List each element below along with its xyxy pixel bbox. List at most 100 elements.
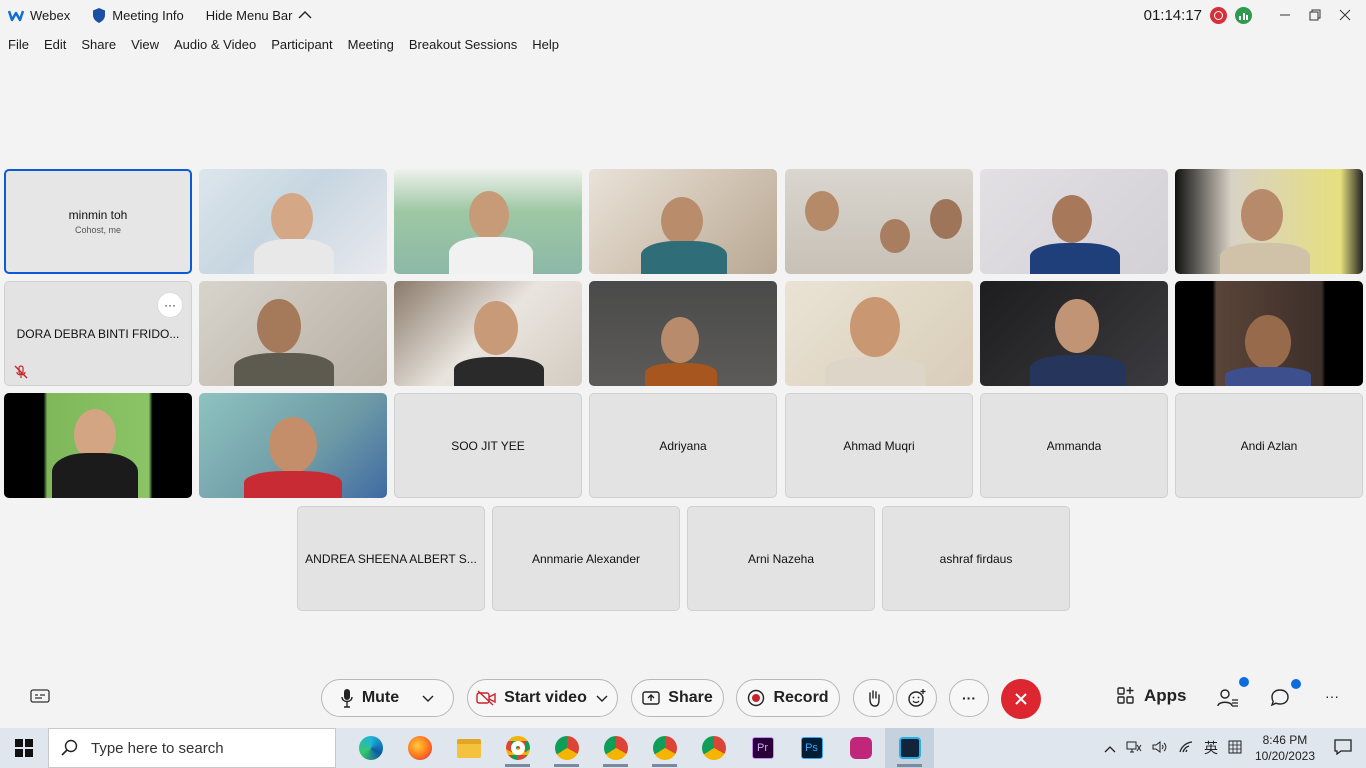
chevron-down-icon[interactable] bbox=[595, 693, 609, 703]
edge-icon bbox=[358, 736, 383, 760]
taskbar-edge[interactable] bbox=[346, 728, 395, 768]
minimize-button[interactable] bbox=[1270, 0, 1300, 30]
wifi-icon[interactable] bbox=[1178, 740, 1194, 757]
restore-button[interactable] bbox=[1300, 0, 1330, 30]
chevron-down-icon[interactable] bbox=[421, 693, 435, 703]
taskbar-webex[interactable] bbox=[885, 728, 934, 768]
participant-video-tile[interactable] bbox=[589, 281, 777, 386]
app-title: Webex bbox=[8, 7, 70, 23]
participant-video-tile[interactable] bbox=[199, 169, 387, 274]
meeting-timer: 01:14:17 bbox=[1143, 6, 1202, 24]
ime-grid-icon[interactable] bbox=[1228, 740, 1242, 757]
menu-help[interactable]: Help bbox=[532, 37, 559, 52]
participant-role: Cohost, me bbox=[74, 225, 122, 235]
taskbar-premiere[interactable]: Pr bbox=[738, 728, 787, 768]
more-options-button[interactable]: ··· bbox=[157, 292, 183, 318]
participant-name: ANDREA SHEENA ALBERT S... bbox=[305, 551, 477, 566]
taskbar-clock[interactable]: 8:46 PM 10/20/2023 bbox=[1255, 732, 1315, 764]
participant-video-tile[interactable] bbox=[394, 169, 582, 274]
participant-tile[interactable]: ashraf firdaus bbox=[882, 506, 1070, 611]
menu-audio-video[interactable]: Audio & Video bbox=[174, 37, 256, 52]
participant-tile[interactable]: Annmarie Alexander bbox=[492, 506, 680, 611]
more-panels-button[interactable]: ··· bbox=[1325, 688, 1339, 704]
record-button[interactable]: Record bbox=[736, 679, 840, 717]
participant-tile[interactable]: Ahmad Muqri bbox=[785, 393, 973, 498]
participant-video-tile[interactable] bbox=[589, 169, 777, 274]
participant-tile[interactable]: Adriyana bbox=[589, 393, 777, 498]
start-video-label: Start video bbox=[504, 689, 587, 706]
participant-tile[interactable]: Arni Nazeha bbox=[687, 506, 875, 611]
menu-breakout-sessions[interactable]: Breakout Sessions bbox=[409, 37, 517, 52]
menu-meeting[interactable]: Meeting bbox=[348, 37, 394, 52]
participant-video-tile[interactable] bbox=[199, 393, 387, 498]
participant-tile[interactable]: DORA DEBRA BINTI FRIDO... ··· bbox=[4, 281, 192, 386]
more-options-button[interactable]: ··· bbox=[949, 679, 989, 717]
participant-tile-self[interactable]: minmin toh Cohost, me bbox=[4, 169, 192, 274]
end-meeting-button[interactable] bbox=[1001, 679, 1041, 719]
hide-menu-bar-button[interactable]: Hide Menu Bar bbox=[206, 8, 312, 23]
meeting-info-button[interactable]: Meeting Info bbox=[92, 7, 184, 23]
close-button[interactable] bbox=[1330, 0, 1360, 30]
participant-video-tile[interactable] bbox=[199, 281, 387, 386]
taskbar-chrome-4[interactable] bbox=[640, 728, 689, 768]
share-screen-icon bbox=[642, 691, 660, 705]
taskbar-wps[interactable] bbox=[836, 728, 885, 768]
participant-video-tile[interactable] bbox=[785, 169, 973, 274]
taskbar-file-explorer[interactable] bbox=[444, 728, 493, 768]
participants-button[interactable] bbox=[1217, 688, 1239, 713]
menu-file[interactable]: File bbox=[8, 37, 29, 52]
raise-hand-icon bbox=[868, 690, 880, 707]
participant-video-tile[interactable] bbox=[394, 281, 582, 386]
participant-video-tile[interactable] bbox=[980, 281, 1168, 386]
menu-participant[interactable]: Participant bbox=[271, 37, 332, 52]
menu-share[interactable]: Share bbox=[81, 37, 116, 52]
raise-hand-button[interactable] bbox=[853, 679, 894, 717]
participant-name: SOO JIT YEE bbox=[451, 438, 525, 453]
menu-view[interactable]: View bbox=[131, 37, 159, 52]
input-language-indicator[interactable]: 英 bbox=[1204, 738, 1218, 758]
show-hidden-icons-chevron-icon[interactable] bbox=[1104, 741, 1116, 756]
taskbar-chrome-2[interactable] bbox=[542, 728, 591, 768]
taskbar-photoshop[interactable]: Ps bbox=[787, 728, 836, 768]
app-name: Webex bbox=[30, 7, 71, 23]
participant-tile[interactable]: Ammanda bbox=[980, 393, 1168, 498]
participant-tile[interactable]: SOO JIT YEE bbox=[394, 393, 582, 498]
taskbar-search-box[interactable]: Type here to search bbox=[48, 728, 336, 768]
minimize-icon bbox=[1280, 14, 1290, 16]
participant-video-tile[interactable] bbox=[1175, 169, 1363, 274]
participant-tile[interactable]: ANDREA SHEENA ALBERT S... bbox=[297, 506, 485, 611]
mute-label: Mute bbox=[361, 689, 400, 706]
participants-notification-dot bbox=[1239, 677, 1249, 687]
participant-tile[interactable]: Andi Azlan bbox=[1175, 393, 1363, 498]
recording-indicator-icon[interactable] bbox=[1210, 6, 1227, 24]
participant-name: ashraf firdaus bbox=[939, 551, 1013, 566]
mute-button[interactable]: Mute bbox=[321, 679, 454, 717]
taskbar-firefox[interactable] bbox=[395, 728, 444, 768]
chrome-icon bbox=[603, 736, 628, 760]
photoshop-icon: Ps bbox=[800, 737, 823, 759]
volume-icon[interactable] bbox=[1152, 740, 1168, 757]
emoji-reaction-icon bbox=[907, 689, 925, 707]
windows-logo-icon bbox=[15, 739, 33, 757]
share-button[interactable]: Share bbox=[631, 679, 724, 717]
participant-video-tile[interactable] bbox=[980, 169, 1168, 274]
chat-button[interactable] bbox=[1270, 688, 1290, 713]
clock-time: 8:46 PM bbox=[1262, 733, 1308, 747]
captions-button[interactable] bbox=[30, 688, 50, 709]
start-button[interactable] bbox=[0, 728, 48, 768]
record-label: Record bbox=[773, 689, 829, 706]
menu-bar: File Edit Share View Audio & Video Parti… bbox=[0, 34, 574, 54]
taskbar-chrome-1[interactable] bbox=[493, 728, 542, 768]
participant-video-tile[interactable] bbox=[785, 281, 973, 386]
participant-video-tile[interactable] bbox=[1175, 281, 1363, 386]
participant-video-tile[interactable] bbox=[4, 393, 192, 498]
reactions-button[interactable] bbox=[896, 679, 937, 717]
menu-edit[interactable]: Edit bbox=[44, 37, 66, 52]
network-icon[interactable] bbox=[1126, 740, 1142, 757]
notification-center-icon[interactable] bbox=[1334, 738, 1352, 758]
apps-button[interactable]: Apps bbox=[1116, 686, 1187, 706]
taskbar-chrome-3[interactable] bbox=[591, 728, 640, 768]
start-video-button[interactable]: Start video bbox=[467, 679, 618, 717]
network-stats-icon[interactable] bbox=[1235, 6, 1252, 24]
taskbar-chrome-5[interactable] bbox=[689, 728, 738, 768]
